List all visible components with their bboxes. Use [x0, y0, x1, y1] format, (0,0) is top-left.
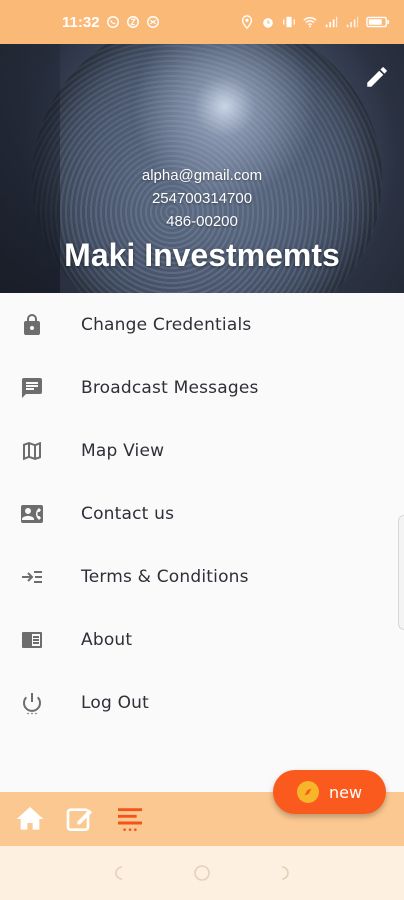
- menu-item-about[interactable]: About: [0, 608, 404, 671]
- edit-profile-button[interactable]: [364, 64, 390, 90]
- lock-icon: [19, 312, 45, 338]
- signal-icon-2: [345, 15, 359, 29]
- new-button-label: new: [328, 782, 363, 802]
- home-system-button[interactable]: [193, 864, 211, 882]
- menu-item-label: Map View: [81, 440, 165, 461]
- edit-icon: [66, 808, 92, 831]
- message-icon: [19, 375, 45, 401]
- menu-item-label: About: [81, 629, 133, 650]
- menu-item-broadcast-messages[interactable]: Broadcast Messages: [0, 356, 404, 419]
- app-icon: [126, 15, 140, 29]
- menu-item-change-credentials[interactable]: Change Credentials: [0, 293, 404, 356]
- menu-item-label: Log Out: [81, 692, 149, 713]
- wifi-icon: [303, 15, 317, 29]
- menu-item-label: Contact us: [81, 503, 175, 524]
- about-icon: [19, 627, 45, 653]
- profile-email: alpha@gmail.com: [141, 167, 263, 184]
- status-bar: 11:32: [0, 0, 404, 44]
- menu-item-label: Terms & Conditions: [81, 566, 249, 587]
- status-time: 11:32: [62, 13, 100, 31]
- system-navigation-bar: [0, 846, 404, 900]
- battery-icon: [366, 15, 390, 29]
- company-name: Maki Investmemts: [64, 237, 340, 273]
- profile-phone: 254700314700: [151, 190, 253, 207]
- nav-edit-button[interactable]: [62, 801, 98, 837]
- menu-item-terms-conditions[interactable]: Terms & Conditions: [0, 545, 404, 608]
- menu-item-map-view[interactable]: Map View: [0, 419, 404, 482]
- vibrate-icon: [282, 15, 296, 29]
- nav-home-button[interactable]: [12, 801, 48, 837]
- menu-item-label: Change Credentials: [81, 314, 252, 335]
- whatsapp-icon: [106, 15, 120, 29]
- drawer-menu: Change Credentials Broadcast Messages Ma…: [0, 293, 404, 734]
- recent-apps-button[interactable]: [112, 864, 130, 882]
- signal-icon: [324, 15, 338, 29]
- menu-item-label: Broadcast Messages: [81, 377, 259, 398]
- profile-postal: 486-00200: [166, 213, 238, 230]
- profile-header: alpha@gmail.com 254700314700 486-00200 M…: [0, 44, 404, 293]
- profile-info: alpha@gmail.com 254700314700 486-00200 M…: [0, 164, 404, 274]
- location-icon: [240, 15, 254, 29]
- terms-icon: [19, 564, 45, 590]
- contact-card-icon: [19, 501, 45, 527]
- alarm-icon: [261, 15, 275, 29]
- map-icon: [19, 438, 45, 464]
- app-icon-2: [146, 15, 160, 29]
- power-icon: [19, 690, 45, 716]
- drawer-edge-handle[interactable]: [398, 515, 404, 630]
- nav-menu-button[interactable]: [112, 801, 148, 837]
- compass-icon: [296, 781, 319, 803]
- new-button[interactable]: new: [273, 770, 386, 814]
- back-system-button[interactable]: [274, 864, 292, 882]
- menu-item-contact-us[interactable]: Contact us: [0, 482, 404, 545]
- home-icon: [16, 807, 44, 830]
- menu-lines-icon: [118, 808, 142, 831]
- menu-item-log-out[interactable]: Log Out: [0, 671, 404, 734]
